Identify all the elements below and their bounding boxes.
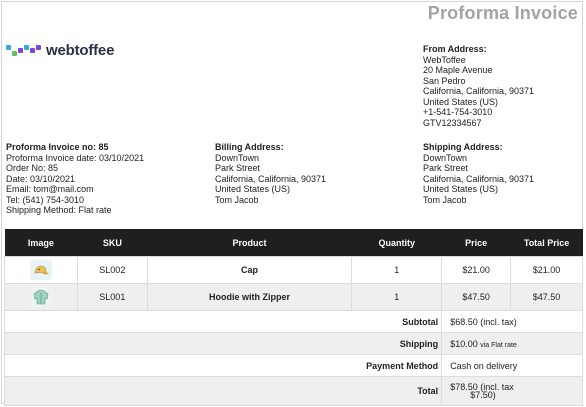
billing-address-line: Park Street (215, 163, 261, 173)
shipping-address-heading: Shipping Address: (423, 142, 503, 152)
from-address-line: +1-541-754-3010 (423, 107, 493, 117)
product-sku: SL002 (76, 256, 148, 284)
billing-address-line: United States (US) (215, 184, 291, 194)
from-address-line: California, California, 90371 (423, 86, 535, 96)
shipping-address-line: California, California, 90371 (423, 173, 535, 184)
logo-mark-icon (6, 44, 42, 58)
column-header-sku: SKU (77, 229, 148, 257)
column-header-quantity: Quantity (351, 229, 442, 257)
column-header-price: Price (441, 229, 511, 257)
table-row: SL002 Cap 1 $21.00 $21.00 (4, 256, 583, 284)
column-header-image: Image (4, 229, 78, 257)
billing-address-line: DownTown (215, 152, 260, 163)
invoice-date: Proforma Invoice date: 03/10/2021 (6, 152, 145, 163)
shipping-address-line: United States (US) (423, 184, 499, 194)
order-number: Order No: 85 (6, 163, 59, 173)
shipping-value-cell: $10.00 via Flat rate (441, 332, 583, 355)
payment-method-value: Cash on delivery (441, 354, 583, 377)
from-address: From Address: WebToffee 20 Maple Avenue … (423, 44, 534, 128)
cap-icon (29, 260, 52, 280)
billing-address-heading: Billing Address: (215, 142, 284, 152)
shipping-address-line: Park Street (423, 163, 469, 173)
billing-address-line: California, California, 90371 (215, 173, 327, 184)
table-header-row: Image SKU Product Quantity Price Total P… (4, 229, 583, 257)
column-header-total-price: Total Price (510, 229, 583, 257)
product-price: $47.50 (441, 283, 512, 311)
product-quantity: 1 (351, 256, 443, 284)
brand-name: webtoffee (46, 42, 115, 59)
shipping-method: Shipping Method: Flat rate (6, 205, 112, 215)
billing-address: Billing Address: DownTown Park Street Ca… (215, 142, 326, 205)
shipping-value: $10.00 (450, 338, 478, 349)
shipping-note: via Flat rate (480, 341, 517, 349)
from-address-line: United States (US) (423, 96, 499, 107)
shipping-row: Shipping $10.00 via Flat rate (3, 332, 583, 355)
customer-phone: Tel: (541) 754-3010 (6, 194, 85, 205)
billing-address-line: Tom Jacob (215, 194, 259, 205)
from-address-line: 20 Maple Avenue (423, 65, 493, 75)
payment-method-row: Payment Method Cash on delivery (3, 354, 583, 377)
customer-email: Email: tom@mail.com (6, 184, 94, 194)
total-label: Total (3, 376, 443, 406)
total-value-cell: $78.50 (incl. tax $7.50) (441, 376, 583, 406)
product-total-price: $21.00 (510, 256, 583, 284)
product-price: $21.00 (441, 256, 512, 284)
product-quantity: 1 (351, 283, 443, 311)
subtotal-label: Subtotal (3, 310, 443, 333)
subtotal-row: Subtotal $68.50 (incl. tax) (3, 310, 583, 333)
total-tax: $7.50) (470, 389, 496, 400)
shipping-label: Shipping (3, 332, 443, 355)
subtotal-value: $68.50 (incl. tax) (441, 310, 583, 333)
product-sku: SL001 (76, 283, 148, 311)
total-row: Total $78.50 (incl. tax $7.50) (3, 376, 583, 406)
product-total-price: $47.50 (510, 283, 583, 311)
brand-logo: webtoffee (6, 42, 114, 59)
payment-method-label: Payment Method (3, 354, 443, 377)
product-name: Hoodie with Zipper (146, 283, 353, 311)
table-row: SL001 Hoodie with Zipper 1 $47.50 $47.50 (4, 283, 583, 311)
shipping-address: Shipping Address: DownTown Park Street C… (423, 142, 534, 205)
from-address-line: WebToffee (423, 54, 466, 65)
product-image-cell (4, 283, 78, 311)
column-header-product: Product (147, 229, 352, 257)
shipping-address-line: Tom Jacob (423, 194, 467, 205)
invoice-info: Proforma Invoice no: 85 Proforma Invoice… (6, 142, 144, 216)
invoice-number: Proforma Invoice no: 85 (6, 142, 109, 152)
product-name: Cap (146, 256, 353, 284)
shipping-address-line: DownTown (423, 152, 468, 163)
products-table: Image SKU Product Quantity Price Total P… (3, 229, 583, 406)
product-image-cell (4, 256, 78, 284)
order-date: Date: 03/10/2021 (6, 173, 76, 184)
hoodie-icon (29, 287, 52, 307)
document-title: Proforma Invoice (427, 3, 578, 23)
from-address-line: GTV12334567 (423, 117, 482, 128)
from-address-heading: From Address: (423, 44, 487, 54)
from-address-line: San Pedro (423, 75, 466, 86)
